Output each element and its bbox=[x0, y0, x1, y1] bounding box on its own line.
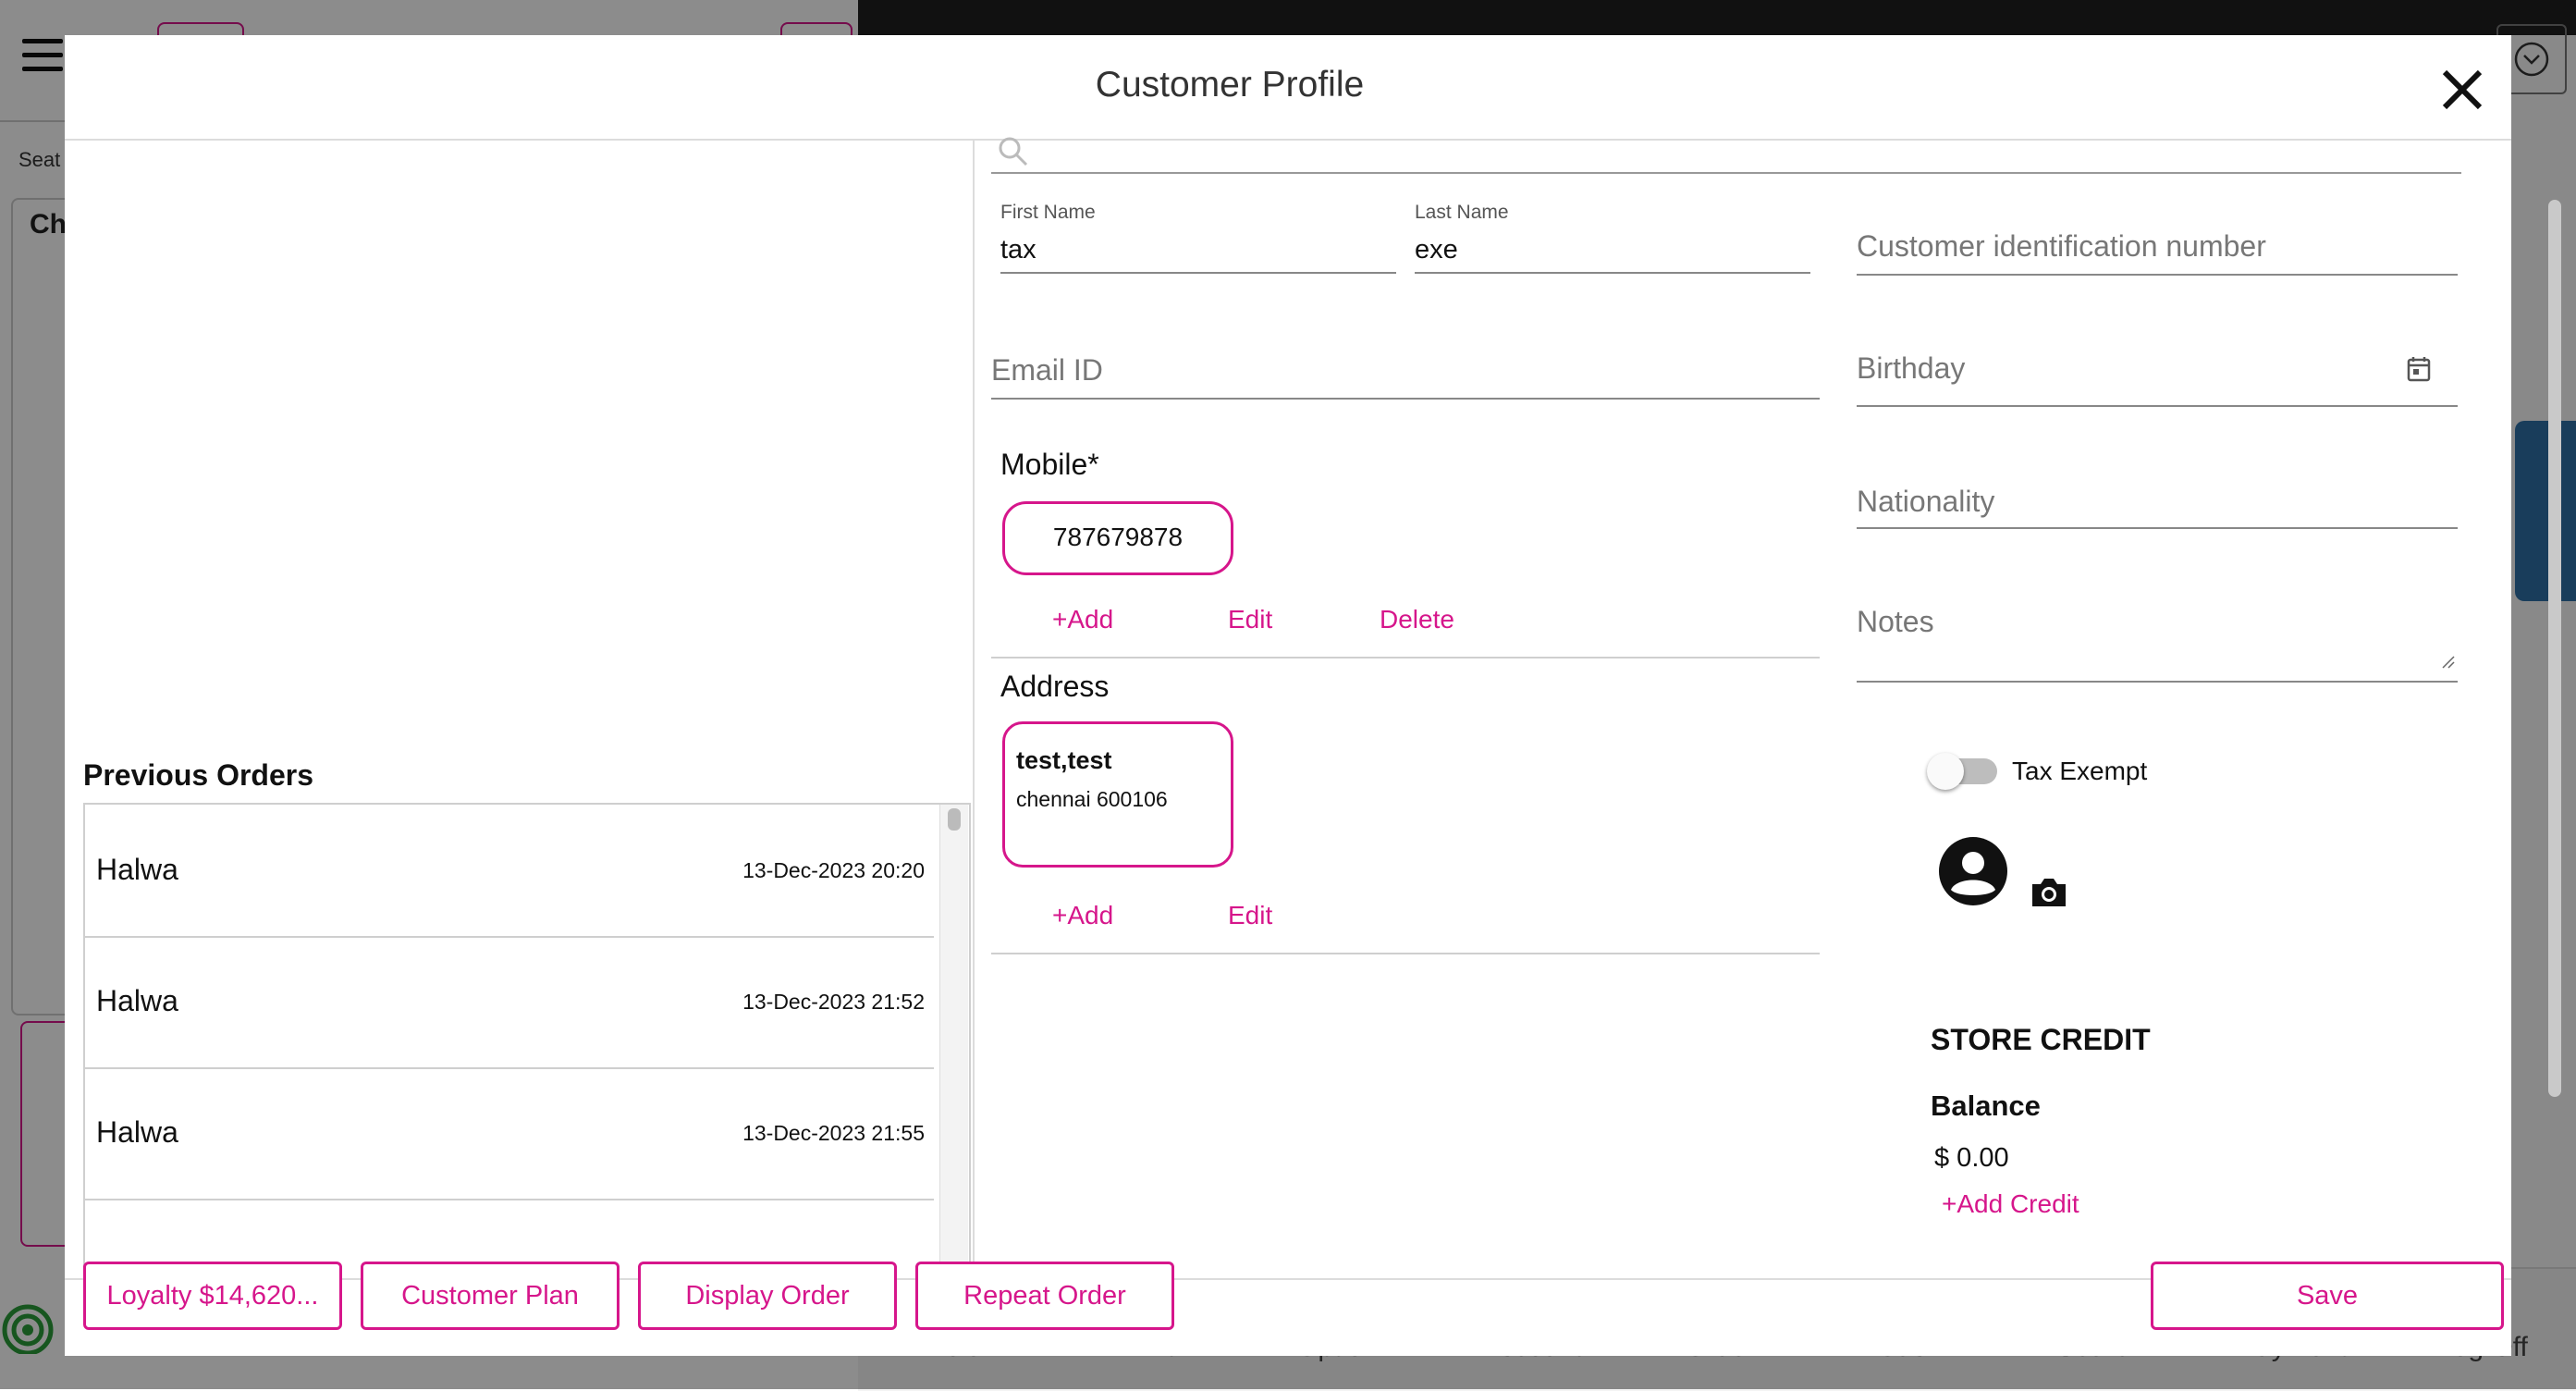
previous-orders-list: Halwa 13-Dec-2023 20:20 Halwa 13-Dec-202… bbox=[83, 803, 971, 1282]
tax-exempt-label: Tax Exempt bbox=[2012, 757, 2148, 785]
balance-label: Balance bbox=[1931, 1089, 2041, 1122]
column-divider bbox=[973, 139, 975, 1278]
search-icon[interactable] bbox=[997, 135, 1030, 168]
customer-profile-dialog: Customer Profile Previous Orders Halwa 1… bbox=[65, 35, 2561, 1356]
birthday-underline bbox=[1857, 405, 2458, 407]
add-address-button[interactable]: +Add bbox=[1052, 901, 1113, 930]
edit-mobile-button[interactable]: Edit bbox=[1228, 605, 1272, 634]
order-timestamp: 13-Dec-2023 20:20 bbox=[742, 858, 925, 882]
last-name-underline bbox=[1415, 272, 1810, 274]
address-label: Address bbox=[1000, 670, 1110, 703]
avatar-icon bbox=[1939, 837, 2007, 905]
notes-underline bbox=[1857, 681, 2458, 683]
address-card[interactable]: test,test chennai 600106 bbox=[1002, 721, 1233, 868]
order-item-name: Halwa bbox=[96, 984, 178, 1017]
order-item-name: Halwa bbox=[96, 853, 178, 886]
nationality-field[interactable]: Nationality bbox=[1857, 485, 1994, 519]
first-name-label: First Name bbox=[1000, 202, 1096, 223]
address-line-1: test,test bbox=[1016, 746, 1112, 774]
order-row[interactable]: Halwa 13-Dec-2023 21:52 bbox=[85, 936, 934, 1069]
order-item-name: Halwa bbox=[96, 1115, 178, 1149]
orders-scrollbar-thumb[interactable] bbox=[948, 808, 961, 831]
add-credit-button[interactable]: +Add Credit bbox=[1942, 1189, 2079, 1219]
customer-plan-button[interactable]: Customer Plan bbox=[361, 1262, 619, 1330]
order-row[interactable]: Halwa 13-Dec-2023 20:20 bbox=[85, 805, 934, 938]
form-scrollbar[interactable] bbox=[2548, 200, 2561, 1097]
order-timestamp: 13-Dec-2023 21:55 bbox=[742, 1121, 925, 1145]
search-input[interactable] bbox=[991, 172, 2461, 174]
email-field[interactable]: Email ID bbox=[991, 353, 1103, 388]
mobile-divider bbox=[991, 657, 1820, 659]
repeat-order-button[interactable]: Repeat Order bbox=[915, 1262, 1174, 1330]
notes-field[interactable]: Notes bbox=[1857, 605, 1934, 639]
calendar-icon[interactable] bbox=[2406, 355, 2432, 383]
customer-id-underline bbox=[1857, 274, 2458, 276]
first-name-field[interactable]: tax bbox=[1000, 235, 1037, 265]
last-name-field[interactable]: exe bbox=[1415, 235, 1458, 265]
nationality-underline bbox=[1857, 527, 2458, 529]
display-order-button[interactable]: Display Order bbox=[638, 1262, 897, 1330]
order-timestamp: 13-Dec-2023 21:52 bbox=[742, 990, 925, 1014]
previous-orders-title: Previous Orders bbox=[83, 758, 313, 792]
save-button[interactable]: Save bbox=[2151, 1262, 2504, 1330]
customer-id-field[interactable]: Customer identification number bbox=[1857, 229, 2266, 264]
email-underline bbox=[991, 398, 1820, 400]
address-line-2: chennai 600106 bbox=[1016, 787, 1168, 811]
add-mobile-button[interactable]: +Add bbox=[1052, 605, 1113, 634]
dialog-header: Customer Profile bbox=[65, 35, 2511, 141]
first-name-underline bbox=[1000, 272, 1396, 274]
loyalty-button[interactable]: Loyalty $14,620... bbox=[83, 1262, 342, 1330]
tax-exempt-toggle-knob[interactable] bbox=[1927, 753, 1964, 790]
resize-handle-icon[interactable] bbox=[2441, 655, 2456, 670]
delete-mobile-button[interactable]: Delete bbox=[1380, 605, 1454, 634]
balance-value: $ 0.00 bbox=[1934, 1143, 2009, 1173]
orders-scrollbar[interactable] bbox=[939, 805, 968, 1280]
address-divider bbox=[991, 953, 1820, 954]
mobile-number-value: 787679878 bbox=[1052, 523, 1184, 551]
edit-address-button[interactable]: Edit bbox=[1228, 901, 1272, 930]
store-credit-title: STORE CREDIT bbox=[1931, 1023, 2151, 1056]
birthday-field[interactable]: Birthday bbox=[1857, 351, 1965, 386]
last-name-label: Last Name bbox=[1415, 202, 1509, 223]
camera-icon[interactable] bbox=[2029, 875, 2069, 910]
order-row[interactable]: Halwa 13-Dec-2023 21:55 bbox=[85, 1067, 934, 1200]
dialog-title: Customer Profile bbox=[1095, 65, 1365, 105]
mobile-number-chip[interactable]: 787679878 bbox=[1002, 501, 1233, 575]
mobile-label: Mobile* bbox=[1000, 448, 1099, 481]
close-icon[interactable] bbox=[2432, 59, 2493, 120]
